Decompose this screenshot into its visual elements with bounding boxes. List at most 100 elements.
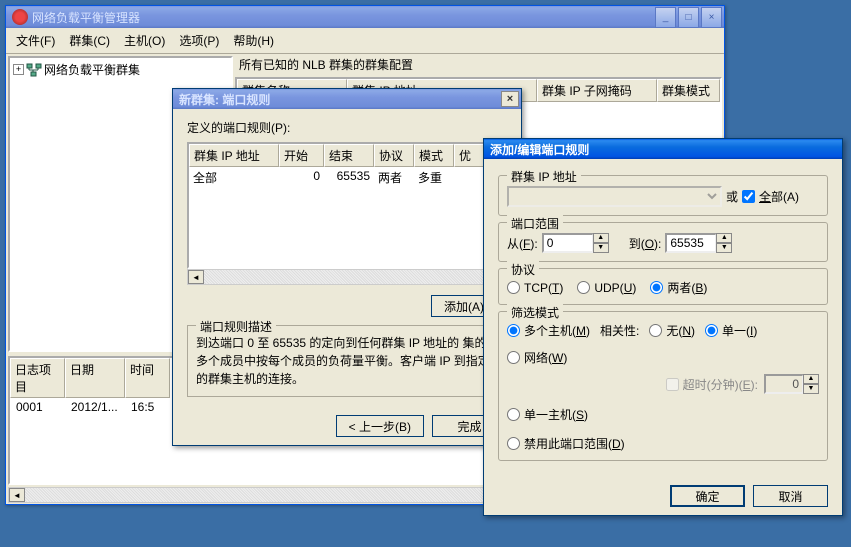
menu-cluster[interactable]: 群集(C) (63, 30, 116, 51)
menu-file[interactable]: 文件(F) (10, 30, 61, 51)
log-col-item[interactable]: 日志项目 (10, 358, 65, 398)
rule-description-group: 端口规则描述 到达端口 0 至 65535 的定向到任何群集 IP 地址的 集的… (187, 325, 507, 397)
main-titlebar[interactable]: 网络负载平衡管理器 _ □ × (6, 6, 724, 28)
multi-host-radio[interactable] (507, 324, 520, 337)
single-host-radio[interactable] (507, 408, 520, 421)
col-mode[interactable]: 群集模式 (657, 79, 720, 102)
port-rules-wizard: 新群集: 端口规则 × 定义的端口规则(P): 群集 IP 地址 开始 结束 协… (172, 88, 522, 446)
aff-single-radio[interactable] (705, 324, 718, 337)
menu-host[interactable]: 主机(O) (118, 30, 171, 51)
tree-expand-icon[interactable]: + (13, 64, 24, 75)
to-spin[interactable]: ▲▼ (665, 233, 732, 253)
rules-row[interactable]: 全部 0 65535 两者 多重 (189, 167, 505, 188)
affinity-label: 相关性: (600, 322, 639, 339)
rules-col-start[interactable]: 开始 (279, 144, 324, 167)
log-cell-item: 0001 (12, 399, 67, 415)
scroll-left-icon[interactable]: ◄ (9, 488, 25, 502)
desc-legend: 端口规则描述 (196, 318, 276, 335)
aff-single-label: 单一(I) (722, 322, 757, 339)
protocol-group: 协议 TCP(T) UDP(U) 两者(B) (498, 268, 828, 305)
rules-scrollbar[interactable]: ◄ ► (187, 269, 507, 285)
spin-down-icon[interactable]: ▼ (593, 243, 609, 253)
log-col-time[interactable]: 时间 (125, 358, 170, 398)
config-label: 所有已知的 NLB 群集的群集配置 (235, 54, 724, 75)
rules-col-proto[interactable]: 协议 (374, 144, 414, 167)
or-label: 或 (726, 188, 738, 205)
app-icon (12, 9, 28, 25)
rules-table: 群集 IP 地址 开始 结束 协议 模式 优 全部 0 65535 两者 多重 (187, 142, 507, 269)
disable-label: 禁用此端口范围(D) (524, 435, 625, 452)
close-button[interactable]: × (701, 7, 722, 28)
log-cell-time: 16:5 (127, 399, 172, 415)
proto-legend: 协议 (507, 261, 539, 278)
from-label: 从(F): (507, 235, 538, 252)
rule-cell-start: 0 (279, 168, 324, 187)
cluster-ip-select[interactable] (507, 186, 722, 207)
tree-root[interactable]: + 网络负载平衡群集 (12, 60, 229, 79)
menu-options[interactable]: 选项(P) (173, 30, 225, 51)
minimize-button[interactable]: _ (655, 7, 676, 28)
spin-down-icon[interactable]: ▼ (716, 243, 732, 253)
defined-rules-label: 定义的端口规则(P): (187, 119, 507, 136)
wizard-titlebar[interactable]: 新群集: 端口规则 × (173, 89, 521, 109)
scroll-track[interactable] (204, 270, 490, 284)
rules-body[interactable]: 全部 0 65535 两者 多重 (189, 167, 505, 267)
udp-radio[interactable] (577, 281, 590, 294)
all-label: 全部(A) (759, 188, 799, 205)
rule-cell-ip: 全部 (189, 168, 279, 187)
to-label: 到(O): (629, 235, 662, 252)
port-rule-titlebar[interactable]: 添加/编辑端口规则 (484, 139, 842, 159)
menu-help[interactable]: 帮助(H) (227, 30, 280, 51)
desc-text: 到达端口 0 至 65535 的定向到任何群集 IP 地址的 集的多个成员中按每… (196, 334, 498, 388)
cancel-button[interactable]: 取消 (753, 485, 828, 507)
rules-col-mode[interactable]: 模式 (414, 144, 454, 167)
menubar: 文件(F) 群集(C) 主机(O) 选项(P) 帮助(H) (6, 28, 724, 54)
timeout-input (764, 374, 804, 394)
spin-up-icon: ▲ (803, 374, 819, 384)
both-radio[interactable] (650, 281, 663, 294)
rules-col-end[interactable]: 结束 (324, 144, 374, 167)
aff-none-label: 无(N) (666, 322, 695, 339)
scroll-left-icon[interactable]: ◄ (188, 270, 204, 284)
timeout-spin: ▲▼ (764, 374, 819, 394)
port-rule-dialog: 添加/编辑端口规则 群集 IP 地址 或 全部(A) 端口范围 从(F): ▲▼… (483, 138, 843, 516)
col-mask[interactable]: 群集 IP 子网掩码 (537, 79, 657, 102)
log-col-date[interactable]: 日期 (65, 358, 125, 398)
disable-range-radio[interactable] (507, 437, 520, 450)
udp-label: UDP(U) (594, 281, 636, 295)
aff-net-radio[interactable] (507, 351, 520, 364)
port-rule-title: 添加/编辑端口规则 (490, 141, 840, 158)
ok-button[interactable]: 确定 (670, 485, 745, 507)
window-title: 网络负载平衡管理器 (32, 9, 655, 26)
wizard-close-button[interactable]: × (501, 91, 519, 107)
from-spin[interactable]: ▲▼ (542, 233, 609, 253)
rule-cell-proto: 两者 (374, 168, 414, 187)
spin-up-icon[interactable]: ▲ (716, 233, 732, 243)
range-legend: 端口范围 (507, 215, 563, 232)
rules-col-ip[interactable]: 群集 IP 地址 (189, 144, 279, 167)
timeout-checkbox (666, 378, 679, 391)
tcp-label: TCP(T) (524, 281, 563, 295)
single-label: 单一主机(S) (524, 406, 588, 423)
rule-cell-end: 65535 (324, 168, 374, 187)
filter-mode-group: 筛选模式 多个主机(M) 相关性: 无(N) 单一(I) 网络(W) 超时(分钟… (498, 311, 828, 461)
wizard-title: 新群集: 端口规则 (179, 91, 501, 108)
to-input[interactable] (665, 233, 717, 253)
timeout-label: 超时(分钟)(E): (683, 376, 758, 393)
cluster-icon (26, 63, 42, 77)
aff-net-label: 网络(W) (524, 349, 567, 366)
aff-none-radio[interactable] (649, 324, 662, 337)
ip-legend: 群集 IP 地址 (507, 168, 581, 185)
all-checkbox[interactable] (742, 190, 755, 203)
maximize-button[interactable]: □ (678, 7, 699, 28)
rule-cell-mode: 多重 (414, 168, 454, 187)
back-button[interactable]: < 上一步(B) (336, 415, 424, 437)
port-range-group: 端口范围 从(F): ▲▼ 到(O): ▲▼ (498, 222, 828, 262)
filter-legend: 筛选模式 (507, 304, 563, 321)
both-label: 两者(B) (667, 279, 707, 296)
spin-up-icon[interactable]: ▲ (593, 233, 609, 243)
multi-label: 多个主机(M) (524, 322, 590, 339)
spin-down-icon: ▼ (803, 384, 819, 394)
from-input[interactable] (542, 233, 594, 253)
tcp-radio[interactable] (507, 281, 520, 294)
